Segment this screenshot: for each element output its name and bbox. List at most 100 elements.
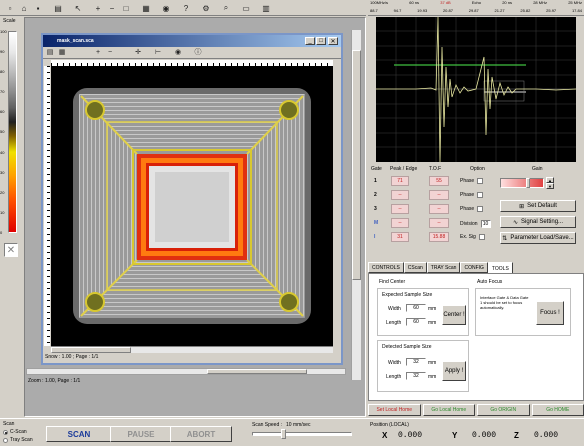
peak-value-i: 31 <box>391 232 409 242</box>
workspace-vscroll[interactable] <box>351 30 361 380</box>
go-home-button[interactable]: Go HOME <box>531 404 584 416</box>
center-button[interactable]: Center ! <box>442 305 466 325</box>
signal-setting-button[interactable]: ∿ Signal Setting... <box>500 216 576 228</box>
camera-icon[interactable]: ◉ <box>160 2 172 14</box>
settings-icon[interactable]: ⚙ <box>200 2 212 14</box>
tab-tray-scan[interactable]: TRAY Scan <box>426 262 461 273</box>
scope-header: 100MHz/s 60 ns 37 dB Echo 20 ns 28 MHz 25 MHz … <box>368 0 584 16</box>
focus-button[interactable]: Focus ! <box>536 301 564 325</box>
phase-option-2[interactable]: Phase <box>460 192 484 198</box>
image-hscroll[interactable] <box>51 346 333 353</box>
tof-value-m: -- <box>429 218 449 228</box>
phase-option-1[interactable]: Phase <box>460 178 484 184</box>
image-window-toolbar: ▤ ▦ + − ✛ ⊢ ◉ ⓘ <box>43 47 341 59</box>
y-label: Y <box>452 431 458 440</box>
ex-sig-checkbox[interactable] <box>478 234 485 240</box>
gate-row-3: 3 -- -- <box>371 204 463 216</box>
layout-icon[interactable]: ▥ <box>260 2 272 14</box>
color-scale-bar <box>8 31 17 233</box>
gain-header: Gain <box>532 166 543 172</box>
phase-checkbox-3[interactable] <box>477 206 484 212</box>
expected-size-group: Expected Sample Size Width 60 mm Length … <box>377 288 469 336</box>
search-icon[interactable]: ⌕ <box>220 2 232 14</box>
parameter-icon: ⇅ <box>502 235 508 242</box>
tof-value-3: -- <box>429 204 449 214</box>
phase-option-3[interactable]: Phase <box>460 206 484 212</box>
save-icon[interactable]: ▪ <box>32 2 44 14</box>
division-option: Division 10 <box>460 220 491 228</box>
scan-speed-slider[interactable] <box>252 429 352 439</box>
scan-speed-label: Scan Speed : <box>252 422 283 428</box>
y-value: 0.000 <box>472 431 497 440</box>
phase-checkbox-2[interactable] <box>477 192 484 198</box>
tab-strip: CONTROLS CScan TRAY Scan CONFIG TOOLS <box>368 262 584 274</box>
tab-config[interactable]: CONFIG <box>460 262 488 273</box>
fit-icon[interactable]: □ <box>120 2 132 14</box>
main-toolbar: ▫ ⌂ ▪ ▤ ↖ + − □ ▦ ◉ ? ⚙ ⌕ ▭ ▥ <box>0 0 366 16</box>
go-local-home-button[interactable]: Go Local Home <box>422 404 475 416</box>
gate-row-i: I 31 15.88 <box>371 232 463 244</box>
abort-button[interactable]: ABORT <box>170 426 232 442</box>
image-window: mask_scan.sca _ □ ✕ ▤ ▦ + − ✛ ⊢ ◉ ⓘ Snow… <box>41 33 343 365</box>
gain-slider[interactable] <box>500 178 544 188</box>
scan-button[interactable]: SCAN <box>46 426 112 442</box>
ex-sig-option[interactable]: Ex. Sig <box>460 234 485 240</box>
workspace-vscroll-thumb[interactable] <box>352 50 361 280</box>
camera-icon[interactable]: ◉ <box>173 47 183 57</box>
division-input[interactable]: 10 <box>480 220 491 228</box>
tray-scan-radio[interactable]: Tray Scan <box>3 437 33 443</box>
print-icon[interactable]: ▤ <box>52 2 64 14</box>
image-window-titlebar[interactable]: mask_scan.sca <box>43 35 341 47</box>
minimize-button[interactable]: _ <box>305 37 315 45</box>
detected-length-input[interactable]: 32 <box>406 372 426 380</box>
page-icon[interactable]: ▭ <box>240 2 252 14</box>
z-label: Z <box>514 431 519 440</box>
parameter-load-button[interactable]: ⇅ Parameter Load/Save... <box>500 232 576 244</box>
expected-length-input[interactable]: 60 <box>406 318 426 326</box>
image-hscroll-thumb[interactable] <box>51 347 131 353</box>
gate-col-header: Gate <box>371 166 382 172</box>
pointer-icon[interactable]: ↖ <box>72 2 84 14</box>
scale-reset-icon[interactable]: ✕ <box>4 243 18 257</box>
new-icon[interactable]: ▫ <box>4 2 16 14</box>
ruler-icon[interactable]: ⊢ <box>153 47 163 57</box>
scan-speed-thumb[interactable] <box>281 429 286 439</box>
zoom-in-icon[interactable]: + <box>92 2 104 14</box>
open-icon[interactable]: ⌂ <box>18 2 30 14</box>
workspace-hscroll[interactable] <box>26 368 346 375</box>
gain-down-button[interactable]: ▼ <box>546 183 554 189</box>
phase-checkbox-1[interactable] <box>477 178 484 184</box>
tof-value-2: -- <box>429 190 449 200</box>
scale-ticks: 100 90 80 70 60 50 40 30 20 10 0 <box>0 29 7 235</box>
focus-note: Interface Gate & Data Gate 1 should be s… <box>480 295 529 310</box>
find-center-title: Find Center <box>379 279 406 285</box>
gate-panel: Gate Peak / Edge T.O.F Option Gain 1 71 … <box>368 164 584 260</box>
info-icon[interactable]: ⓘ <box>193 47 203 57</box>
apply-button[interactable]: Apply ! <box>442 361 466 381</box>
copy-icon[interactable]: ▤ <box>45 47 55 57</box>
color-scale-panel: Scale 100 90 80 70 60 50 40 30 20 10 0 ✕ <box>0 17 22 417</box>
die-center-shade <box>155 172 229 242</box>
zoom-in-icon[interactable]: + <box>93 47 103 57</box>
crosshair-icon[interactable]: ✛ <box>133 47 143 57</box>
grid-icon[interactable]: ▦ <box>140 2 152 14</box>
maximize-button[interactable]: □ <box>316 37 326 45</box>
print-icon[interactable]: ▦ <box>57 47 67 57</box>
help-icon[interactable]: ? <box>180 2 192 14</box>
set-default-button[interactable]: ⊞ Set Default <box>500 200 576 212</box>
workspace-hscroll-thumb[interactable] <box>207 369 307 374</box>
zoom-out-icon[interactable]: − <box>105 47 115 57</box>
cscan-radio[interactable]: C-Scan <box>3 429 27 435</box>
expected-width-input[interactable]: 60 <box>406 304 426 312</box>
zoom-out-icon[interactable]: − <box>106 2 118 14</box>
gate-row-m: M -- -- <box>371 218 463 230</box>
tab-cscan[interactable]: CScan <box>403 262 427 273</box>
close-button[interactable]: ✕ <box>328 37 338 45</box>
gain-slider-thumb[interactable] <box>526 178 530 188</box>
pause-button[interactable]: PAUSE <box>110 426 172 442</box>
detected-width-input[interactable]: 32 <box>406 358 426 366</box>
go-origin-button[interactable]: Go ORIGIN <box>477 404 530 416</box>
tab-controls[interactable]: CONTROLS <box>368 262 404 273</box>
scope-display <box>376 17 576 162</box>
set-local-home-button[interactable]: Set Local Home <box>368 404 421 416</box>
